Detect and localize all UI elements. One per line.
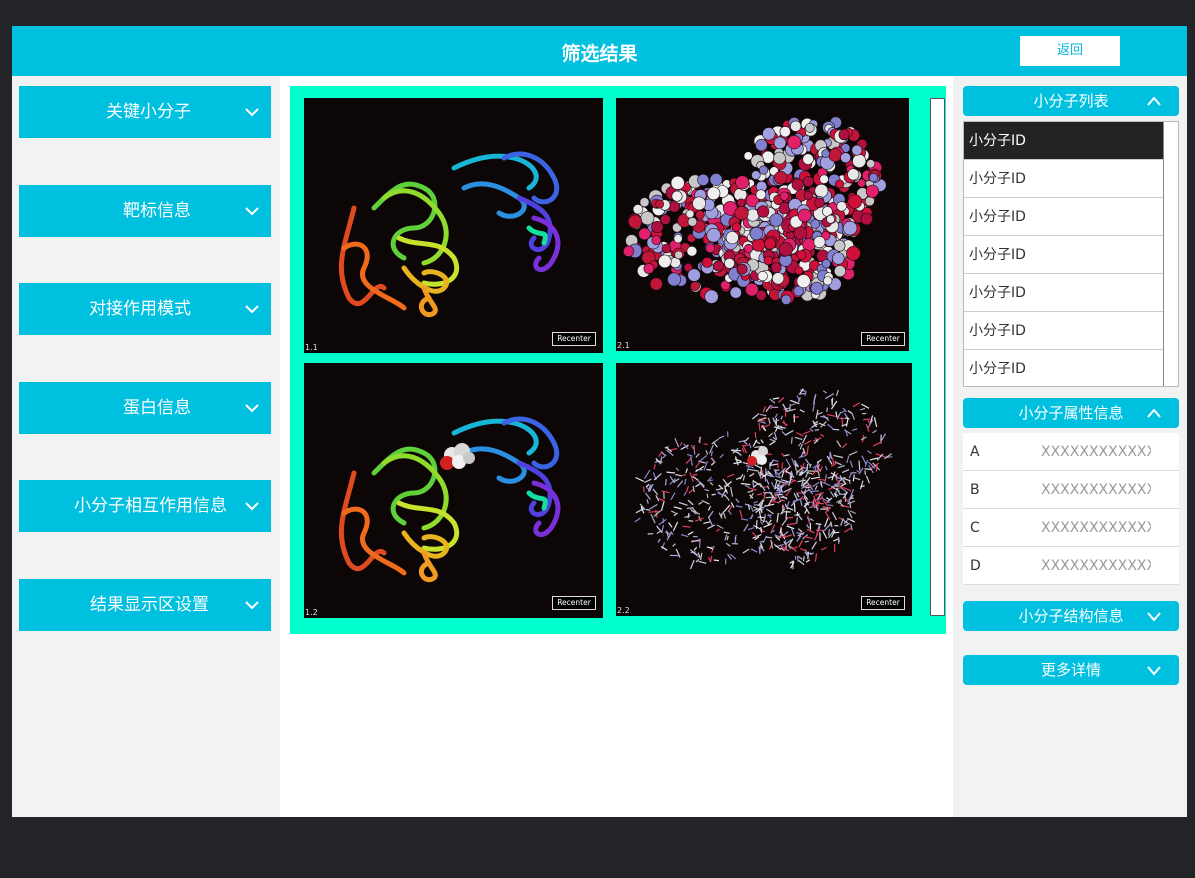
chevron-down-icon: [1147, 612, 1161, 622]
menu-label: 结果显示区设置: [90, 595, 209, 615]
attr-key: A: [970, 444, 980, 460]
molecule-viewer-grid: Recenter 1.1 Recenter 2.1 Recenter 1.2 R…: [290, 86, 946, 634]
attr-row: A XXXXXXXXXXXX: [963, 433, 1179, 471]
molecule-list: 小分子ID 小分子ID 小分子ID 小分子ID 小分子ID 小分子ID 小分子I…: [963, 121, 1179, 387]
protein-sticks-image: [634, 388, 893, 570]
right-panel: 小分子列表 小分子ID 小分子ID 小分子ID 小分子ID 小分子ID 小分子I…: [953, 76, 1187, 817]
chevron-down-icon: [245, 601, 259, 610]
list-item[interactable]: 小分子ID: [964, 274, 1164, 312]
structure-info-header[interactable]: 小分子结构信息: [963, 601, 1179, 631]
menu-docking-mode[interactable]: 对接作用模式: [19, 283, 271, 335]
chevron-down-icon: [245, 305, 259, 314]
menu-label: 蛋白信息: [123, 398, 191, 418]
left-menu: 关键小分子 靶标信息 对接作用模式 蛋白信息 小分子相互作用信息 结果显示区设置: [12, 76, 280, 817]
chevron-down-icon: [245, 404, 259, 413]
attr-row: C XXXXXXXXXXXX: [963, 509, 1179, 547]
attr-row: D XXXXXXXXXXXX: [963, 547, 1179, 585]
protein-ribbon-image: [338, 151, 561, 318]
menu-key-molecules[interactable]: 关键小分子: [19, 86, 271, 138]
app-window: 筛选结果 返回 关键小分子 靶标信息 对接作用模式 蛋白信息 小分子相互作用信息…: [12, 26, 1187, 817]
attr-key: C: [970, 520, 980, 536]
attr-info-header[interactable]: 小分子属性信息: [963, 398, 1179, 428]
list-item[interactable]: 小分子ID: [964, 350, 1164, 388]
protein-ribbon-ligand-image: [338, 416, 561, 583]
chevron-up-icon: [1147, 408, 1161, 418]
viewer-scrollbar[interactable]: [930, 98, 945, 616]
menu-label: 关键小分子: [106, 102, 191, 122]
chevron-down-icon: [1147, 666, 1161, 676]
menu-label: 靶标信息: [123, 201, 191, 221]
viewport-label: 2.1: [617, 341, 630, 350]
ligand-spheres: [440, 443, 475, 470]
viewport-2-2[interactable]: Recenter 2.2: [616, 363, 912, 616]
menu-label: 对接作用模式: [89, 299, 191, 319]
list-scrollbar[interactable]: [1163, 122, 1178, 386]
result-display-area: Recenter 1.1 Recenter 2.1 Recenter 1.2 R…: [280, 76, 953, 817]
attr-value: XXXXXXXXXXXX: [1041, 558, 1151, 574]
list-item[interactable]: 小分子ID: [964, 198, 1164, 236]
page-title: 筛选结果: [561, 43, 638, 65]
attr-key: B: [970, 482, 980, 498]
more-details-header[interactable]: 更多详情: [963, 655, 1179, 685]
attr-table: A XXXXXXXXXXXX B XXXXXXXXXXXX C XXXXXXXX…: [963, 433, 1179, 585]
viewport-label: 1.2: [305, 608, 318, 617]
viewport-label: 2.2: [617, 606, 630, 615]
attr-key: D: [970, 558, 981, 574]
recenter-button[interactable]: Recenter: [861, 332, 905, 346]
chevron-up-icon: [1147, 96, 1161, 106]
recenter-button[interactable]: Recenter: [552, 332, 596, 346]
molecule-list-header[interactable]: 小分子列表: [963, 86, 1179, 116]
viewport-2-1[interactable]: Recenter 2.1: [616, 98, 909, 351]
list-item[interactable]: 小分子ID: [964, 160, 1164, 198]
chevron-down-icon: [245, 108, 259, 117]
recenter-button[interactable]: Recenter: [552, 596, 596, 610]
viewport-label: 1.1: [305, 343, 318, 352]
list-item[interactable]: 小分子ID: [964, 236, 1164, 274]
chevron-down-icon: [245, 207, 259, 216]
chevron-down-icon: [245, 502, 259, 511]
viewport-1-1[interactable]: Recenter 1.1: [304, 98, 603, 353]
menu-target-info[interactable]: 靶标信息: [19, 185, 271, 237]
protein-spacefill-image: [623, 116, 887, 305]
back-button[interactable]: 返回: [1020, 36, 1120, 66]
attr-row: B XXXXXXXXXXXX: [963, 471, 1179, 509]
menu-interaction-info[interactable]: 小分子相互作用信息: [19, 480, 271, 532]
attr-value: XXXXXXXXXXXX: [1041, 520, 1151, 536]
menu-display-settings[interactable]: 结果显示区设置: [19, 579, 271, 631]
attr-value: XXXXXXXXXXXX: [1041, 482, 1151, 498]
viewport-1-2[interactable]: Recenter 1.2: [304, 363, 603, 618]
recenter-button[interactable]: Recenter: [861, 596, 905, 610]
attr-value: XXXXXXXXXXXX: [1041, 444, 1151, 460]
menu-protein-info[interactable]: 蛋白信息: [19, 382, 271, 434]
top-bar: 筛选结果 返回: [12, 26, 1187, 76]
list-item[interactable]: 小分子ID: [964, 122, 1164, 160]
list-item[interactable]: 小分子ID: [964, 312, 1164, 350]
menu-label: 小分子相互作用信息: [74, 496, 227, 516]
